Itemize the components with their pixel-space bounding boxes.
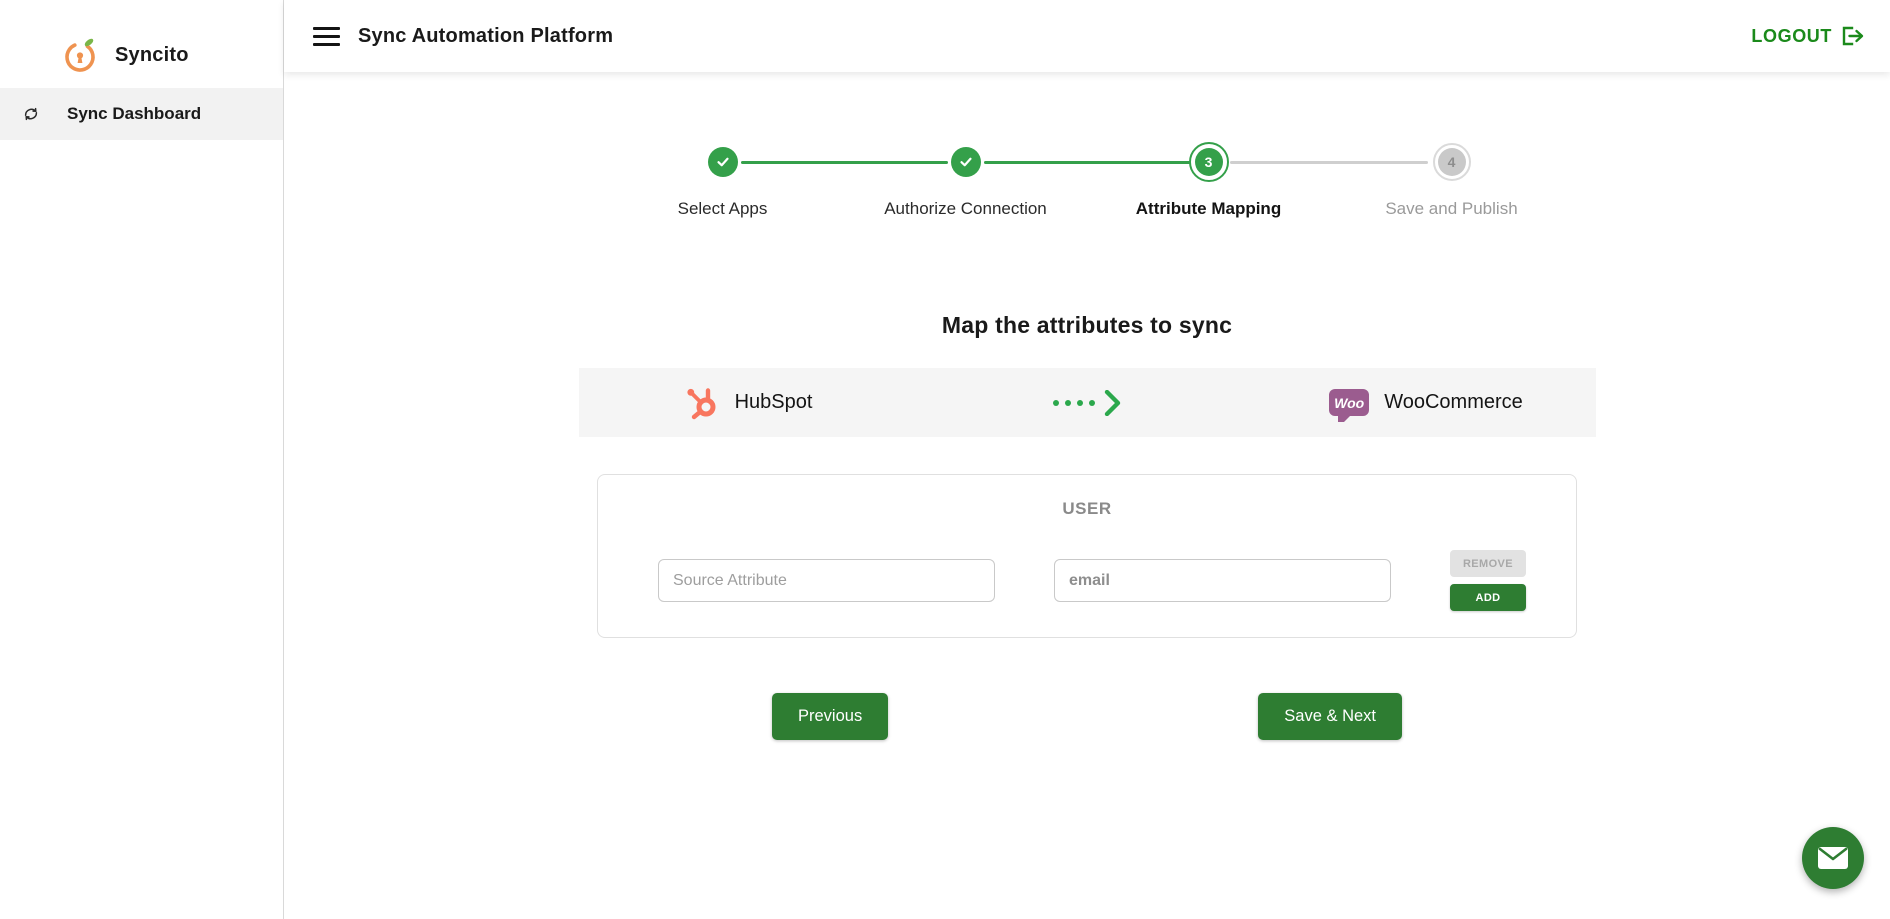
row-buttons: REMOVE ADD [1450,550,1526,611]
remove-button[interactable]: REMOVE [1450,550,1526,577]
logout-button[interactable]: LOGOUT [1751,26,1865,47]
step-select-apps: Select Apps [601,142,844,219]
mapping-card: USER REMOVE ADD [597,474,1577,638]
logout-icon [1841,26,1865,46]
save-next-button[interactable]: Save & Next [1258,693,1402,740]
page-title: Sync Automation Platform [358,25,613,48]
stepper: Select Apps Authorize Connection [601,142,1573,219]
section-heading: Map the attributes to sync [942,312,1232,339]
chat-widget-button[interactable] [1802,827,1864,889]
woocommerce-icon: Woo [1329,389,1369,416]
step-attribute-mapping: 3 Attribute Mapping [1087,142,1330,219]
mapping-row: REMOVE ADD [598,550,1576,611]
hubspot-icon [684,385,720,421]
source-app: HubSpot [579,385,918,421]
app-root: Syncito Sync Dashboard Syn [0,0,1890,919]
step-completed-circle[interactable] [951,147,981,177]
target-app-name: WooCommerce [1384,391,1523,414]
envelope-icon [1817,846,1849,870]
mapping-card-title: USER [598,499,1576,519]
mapping-direction [918,390,1257,416]
top-header: Sync Automation Platform LOGOUT [284,0,1890,72]
sidebar-item-sync-dashboard[interactable]: Sync Dashboard [0,88,283,140]
check-icon [715,154,731,170]
brand: Syncito [0,0,283,88]
source-app-name: HubSpot [735,391,813,414]
arrow-right-dotted-icon [1053,390,1122,416]
add-button[interactable]: ADD [1450,584,1526,611]
step-active-circle[interactable]: 3 [1189,142,1229,182]
check-icon [958,154,974,170]
sidebar-nav: Sync Dashboard [0,88,283,140]
logout-label: LOGOUT [1751,26,1832,47]
step-label: Authorize Connection [884,199,1047,219]
step-save-and-publish: 4 Save and Publish [1330,142,1573,219]
brand-name: Syncito [115,44,189,67]
step-label: Attribute Mapping [1136,199,1281,219]
step-number: 4 [1438,148,1466,176]
step-authorize-connection: Authorize Connection [844,142,1087,219]
previous-button[interactable]: Previous [772,693,888,740]
woo-logo-text: Woo [1334,395,1364,411]
target-attribute-input[interactable] [1054,559,1391,602]
sync-icon [21,104,41,124]
apps-row: HubSpot Woo WooCommerce [579,368,1596,437]
step-upcoming-circle[interactable]: 4 [1433,143,1471,181]
menu-icon[interactable] [313,27,340,46]
content: Select Apps Authorize Connection [284,72,1890,919]
target-app: Woo WooCommerce [1257,389,1596,416]
step-label: Save and Publish [1385,199,1517,219]
sidebar: Syncito Sync Dashboard [0,0,284,919]
sidebar-item-label: Sync Dashboard [67,104,201,124]
step-label: Select Apps [678,199,768,219]
source-attribute-input[interactable] [658,559,995,602]
step-completed-circle[interactable] [708,147,738,177]
step-number: 3 [1195,148,1223,176]
syncito-logo-icon [62,36,98,74]
wizard-actions: Previous Save & Next [597,693,1577,740]
main-area: Sync Automation Platform LOGOUT [284,0,1890,919]
